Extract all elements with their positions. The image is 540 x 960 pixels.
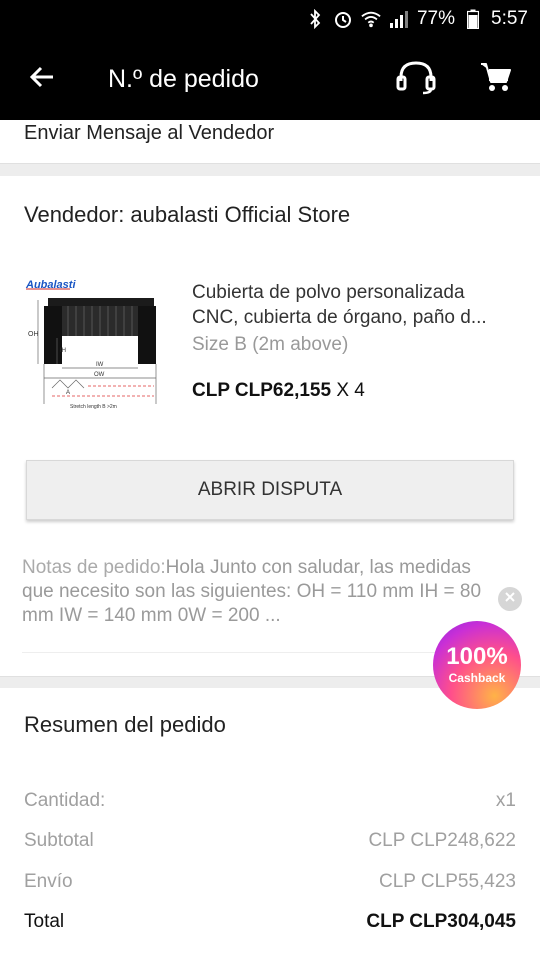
- summary-label: Envío: [24, 871, 73, 892]
- cashback-percent: 100%: [446, 643, 508, 670]
- summary-label: Cantidad:: [24, 790, 106, 811]
- arrow-back-icon: [29, 64, 55, 95]
- app-bar: N.º de pedido: [0, 38, 540, 120]
- battery-icon: [463, 9, 483, 29]
- cashback-badge[interactable]: 100% Cashback: [433, 621, 521, 709]
- order-summary: Resumen del pedido Cantidad: x1 Subtotal…: [0, 688, 540, 960]
- summary-value: x1: [495, 790, 516, 811]
- product-quantity: X 4: [336, 380, 365, 401]
- product-price-row: CLP CLP62,155 X 4: [192, 380, 365, 402]
- summary-value: CLP CLP304,045: [366, 911, 516, 932]
- battery-percent: 77%: [416, 8, 456, 29]
- product-item[interactable]: Aubalasti OH IH IW OW A Stretch length B…: [24, 276, 524, 426]
- send-message-label: Enviar Mensaje al Vendedor: [24, 122, 275, 144]
- cart-button[interactable]: [474, 57, 518, 101]
- summary-label: Subtotal: [24, 830, 94, 851]
- bluetooth-icon: [305, 9, 325, 29]
- summary-row-total: Total CLP CLP304,045: [24, 911, 516, 933]
- alarm-icon: [333, 9, 353, 29]
- product-image-label-oh: OH: [28, 331, 39, 338]
- close-icon: [504, 590, 516, 608]
- product-image-label-stretch: Stretch length B >2m: [70, 404, 117, 410]
- summary-row-quantity: Cantidad: x1: [24, 790, 516, 812]
- product-price: CLP CLP62,155: [192, 380, 332, 401]
- clock: 5:57: [491, 8, 528, 29]
- summary-row-shipping: Envío CLP CLP55,423: [24, 871, 516, 893]
- status-bar: 77% 5:57: [0, 0, 540, 38]
- wifi-icon: [361, 9, 381, 29]
- back-button[interactable]: [20, 57, 64, 101]
- signal-icon: [389, 9, 409, 29]
- product-image-label-ow: OW: [94, 372, 105, 378]
- cart-icon: [480, 61, 512, 98]
- summary-title: Resumen del pedido: [24, 712, 226, 737]
- vendor-title: Vendedor: aubalasti Official Store: [24, 202, 351, 227]
- vendor-card: Vendedor: aubalasti Official Store Aubal…: [0, 176, 540, 676]
- product-variant: Size B (2m above): [192, 334, 349, 355]
- summary-label: Total: [24, 911, 65, 932]
- product-image-label-ih: IH: [60, 348, 66, 354]
- cashback-label: Cashback: [448, 671, 506, 685]
- open-dispute-button[interactable]: ABRIR DISPUTA: [26, 460, 514, 520]
- summary-value: CLP CLP55,423: [379, 871, 516, 892]
- product-name: Cubierta de polvo personalizada CNC, cub…: [192, 282, 487, 328]
- support-button[interactable]: [394, 57, 438, 101]
- product-image-label-a: A: [66, 390, 70, 396]
- product-image-label-iw: IW: [96, 362, 104, 368]
- section-divider: [0, 164, 540, 176]
- order-notes: Notas de pedido:Hola Junto con saludar, …: [22, 556, 492, 628]
- page-title: N.º de pedido: [108, 64, 259, 93]
- headset-icon: [395, 59, 437, 100]
- summary-row-subtotal: Subtotal CLP CLP248,622: [24, 830, 516, 852]
- product-image: Aubalasti OH IH IW OW A Stretch length B…: [24, 276, 176, 424]
- summary-value: CLP CLP248,622: [368, 830, 516, 851]
- cashback-close-button[interactable]: [498, 587, 522, 611]
- send-message-row[interactable]: Enviar Mensaje al Vendedor: [0, 120, 540, 164]
- order-notes-label: Notas de pedido:: [22, 557, 166, 578]
